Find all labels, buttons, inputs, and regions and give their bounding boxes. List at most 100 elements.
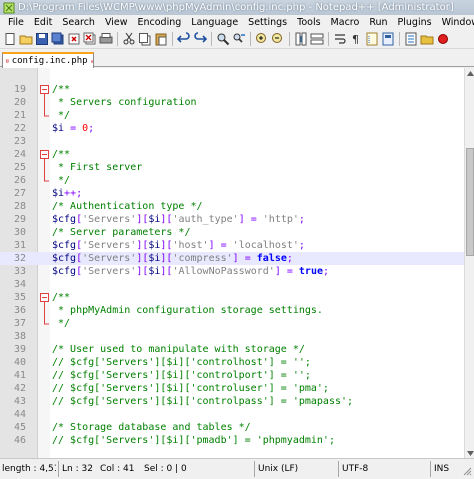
paste-icon[interactable] [153, 31, 168, 46]
fold-collapse-icon[interactable] [40, 83, 49, 96]
vertical-scrollbar[interactable] [464, 68, 474, 458]
code-line[interactable]: 44 [0, 408, 464, 421]
code-token: /* Server parameters */ [52, 227, 191, 238]
code-line[interactable]: 33 $cfg['Servers'][$i]['AllowNoPassword']… [0, 265, 464, 278]
menu-settings[interactable]: Settings [243, 17, 292, 28]
function-list-icon[interactable] [403, 31, 418, 46]
doc-map-icon[interactable] [380, 31, 395, 46]
code-line[interactable]: 42 // $cfg['Servers'][$i]['controluser'] … [0, 382, 464, 395]
scrollbar-thumb[interactable] [466, 148, 474, 256]
code-line[interactable]: 23 [0, 135, 464, 148]
menu-file[interactable]: File [3, 17, 29, 28]
replace-icon[interactable] [231, 31, 246, 46]
code-line[interactable]: 30 /* Server parameters */ [0, 226, 464, 239]
zoom-out-icon[interactable] [270, 31, 285, 46]
code-line[interactable]: 32 $cfg['Servers'][$i]['compress'] = fals… [0, 252, 464, 265]
code-line[interactable]: 25 * First server [0, 161, 464, 174]
find-icon[interactable] [215, 31, 230, 46]
menu-view[interactable]: View [100, 17, 133, 28]
code-line[interactable]: 24 /** [0, 148, 464, 161]
menu-language[interactable]: Language [186, 17, 243, 28]
code-line[interactable]: 35 /** [0, 291, 464, 304]
fold-line [44, 161, 45, 174]
code-line[interactable]: 38 [0, 330, 464, 343]
cut-icon[interactable] [121, 31, 136, 46]
undo-icon[interactable] [176, 31, 191, 46]
status-encoding[interactable]: UTF-8 [342, 462, 382, 477]
code-line[interactable]: 41 // $cfg['Servers'][$i]['controlport'] … [0, 369, 464, 382]
menu-window[interactable]: Window [437, 17, 474, 28]
code-line[interactable]: 43 // $cfg['Servers'][$i]['controlpass'] … [0, 395, 464, 408]
record-macro-icon[interactable] [435, 31, 450, 46]
line-number: 38 [13, 331, 26, 342]
code-line[interactable]: 37 */ [0, 317, 464, 330]
resize-grip-icon[interactable] [462, 466, 472, 476]
open-file-icon[interactable] [18, 31, 33, 46]
code-line[interactable]: 22 $i = 0; [0, 122, 464, 135]
code-token: $i [52, 188, 65, 199]
close-all-icon[interactable] [82, 31, 97, 46]
code-line[interactable]: 20 * Servers configuration [0, 96, 464, 109]
code-line[interactable]: 46 // $cfg['Servers'][$i]['pmadb'] = 'php… [0, 434, 464, 447]
code-line[interactable]: 21 */ [0, 109, 464, 122]
code-line[interactable]: 26 */ [0, 174, 464, 187]
code-token: 'Servers' [82, 266, 137, 277]
menu-run[interactable]: Run [364, 17, 392, 28]
code-text: /* Authentication type */ [52, 200, 203, 213]
redo-icon[interactable] [192, 31, 207, 46]
word-wrap-icon[interactable] [332, 31, 347, 46]
code-line[interactable]: 39 /* User used to manipulate with storag… [0, 343, 464, 356]
code-line[interactable]: 34 [0, 278, 464, 291]
sync-scroll-v-icon[interactable] [293, 31, 308, 46]
folder-as-workspace-icon[interactable] [419, 31, 434, 46]
scroll-down-arrow-icon[interactable] [465, 448, 474, 458]
indent-guide-icon[interactable] [364, 31, 379, 46]
code-line[interactable]: 40 // $cfg['Servers'][$i]['controlhost'] … [0, 356, 464, 369]
code-text: $i++; [52, 187, 82, 200]
code-token: $i [148, 240, 161, 251]
line-number: 31 [13, 240, 26, 251]
code-text: /* User used to manipulate with storage … [52, 343, 305, 356]
save-icon[interactable] [34, 31, 49, 46]
notepadpp-icon [3, 2, 15, 13]
status-insert-mode: INS [434, 464, 450, 474]
code-token: $i [148, 266, 161, 277]
status-eol[interactable]: Unix (LF) [258, 462, 322, 477]
show-all-chars-icon[interactable]: ¶ [348, 31, 363, 46]
save-all-icon[interactable] [50, 31, 65, 46]
menu-macro[interactable]: Macro [326, 17, 365, 28]
code-line[interactable]: 45 /* Storage database and tables */ [0, 421, 464, 434]
print-icon[interactable] [98, 31, 113, 46]
code-editor[interactable]: 19/** 20 * Servers configuration 21 */22 $i… [0, 68, 464, 458]
title-bar: D:\Program Files\WCMP\www\phpMyAdmin\con… [0, 0, 474, 15]
code-line[interactable]: 31 $cfg['Servers'][$i]['host'] = 'localho… [0, 239, 464, 252]
menu-edit[interactable]: Edit [29, 17, 57, 28]
menu-search[interactable]: Search [57, 17, 100, 28]
close-tab-icon[interactable] [90, 57, 93, 66]
fold-collapse-icon[interactable] [40, 148, 49, 161]
copy-icon[interactable] [137, 31, 152, 46]
code-token: /* Authentication type */ [52, 201, 203, 212]
menu-encoding[interactable]: Encoding [133, 17, 187, 28]
tab-config-inc-php[interactable]: config.inc.php [2, 52, 94, 68]
code-line[interactable]: 36 * phpMyAdmin configuration storage se… [0, 304, 464, 317]
code-token: ] = [238, 214, 263, 225]
zoom-in-icon[interactable] [254, 31, 269, 46]
menu-tools[interactable]: Tools [292, 17, 325, 28]
code-token: ] = [274, 266, 299, 277]
close-icon[interactable] [66, 31, 81, 46]
code-line[interactable]: 29 $cfg['Servers'][$i]['auth_type'] = 'ht… [0, 213, 464, 226]
code-line[interactable]: 28 /* Authentication type */ [0, 200, 464, 213]
scroll-up-arrow-icon[interactable] [465, 68, 474, 78]
fold-collapse-icon[interactable] [40, 291, 49, 304]
code-text: /** [52, 291, 70, 304]
new-file-icon[interactable] [2, 31, 17, 46]
code-line[interactable]: 27 $i++; [0, 187, 464, 200]
code-line[interactable]: 19 /** [0, 83, 464, 96]
line-number: 36 [13, 305, 26, 316]
code-token: ++; [64, 188, 83, 199]
code-token: ; [88, 123, 95, 134]
menu-plugins[interactable]: Plugins [393, 17, 437, 28]
window-title: D:\Program Files\WCMP\www\phpMyAdmin\con… [18, 2, 454, 13]
sync-scroll-h-icon[interactable] [309, 31, 324, 46]
